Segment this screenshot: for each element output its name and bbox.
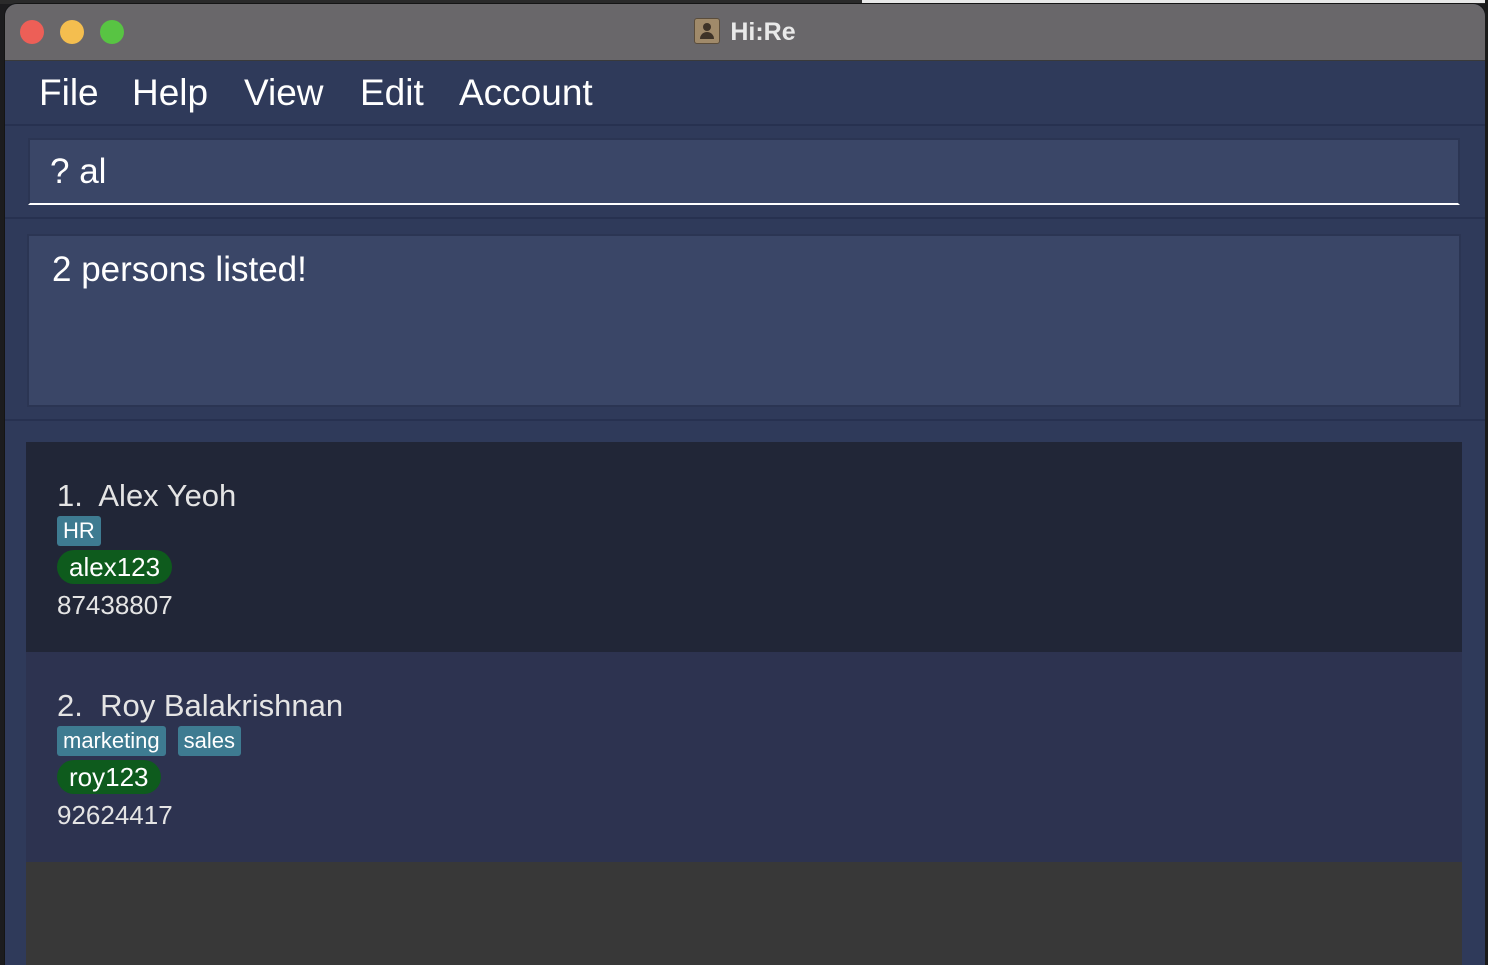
tag-label: sales xyxy=(177,726,241,756)
person-card[interactable]: 2. Roy Balakrishnan marketing sales roy12… xyxy=(26,652,1462,862)
command-box xyxy=(28,138,1460,205)
contacts-app-icon xyxy=(694,18,721,44)
person-name-line: 1. Alex Yeoh xyxy=(57,478,236,514)
tag-label: HR xyxy=(57,516,101,546)
menu-file[interactable]: File xyxy=(39,73,99,113)
window-title: Hi:Re xyxy=(5,18,1485,46)
person-name: Roy Balakrishnan xyxy=(100,688,344,723)
username-badge: roy123 xyxy=(57,760,161,794)
username-badge: alex123 xyxy=(57,550,173,584)
person-name-line: 2. Roy Balakrishnan xyxy=(57,688,343,724)
person-tags: marketing sales xyxy=(57,726,253,756)
menu-view[interactable]: View xyxy=(244,73,324,113)
desktop-highlight xyxy=(862,0,1488,3)
menu-account[interactable]: Account xyxy=(459,73,593,113)
person-index: 1. xyxy=(57,478,83,513)
divider xyxy=(5,419,1485,421)
person-card[interactable]: 1. Alex Yeoh HR alex123 87438807 xyxy=(26,442,1462,652)
app-window: Hi:Re File Help View Edit Account 2 pers… xyxy=(5,4,1485,965)
menu-help[interactable]: Help xyxy=(132,73,208,113)
title-bar[interactable]: Hi:Re xyxy=(5,4,1485,61)
divider xyxy=(5,217,1485,219)
person-phone: 92624417 xyxy=(57,800,173,830)
person-list[interactable]: 1. Alex Yeoh HR alex123 87438807 2. Roy … xyxy=(26,442,1462,965)
menu-edit[interactable]: Edit xyxy=(360,73,424,113)
person-index: 2. xyxy=(57,688,83,723)
result-message: 2 persons listed! xyxy=(52,250,307,289)
result-display: 2 persons listed! xyxy=(27,234,1461,407)
person-tags: HR xyxy=(57,516,113,546)
command-input[interactable] xyxy=(50,152,1430,192)
window-title-text: Hi:Re xyxy=(730,18,796,46)
tag-label: marketing xyxy=(57,726,166,756)
menu-bar: File Help View Edit Account xyxy=(5,61,1485,126)
person-phone: 87438807 xyxy=(57,590,173,620)
person-name: Alex Yeoh xyxy=(98,478,237,513)
